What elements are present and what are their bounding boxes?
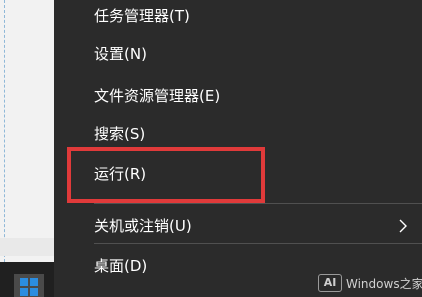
selection-edge — [4, 0, 5, 262]
start-button[interactable] — [14, 274, 44, 297]
watermark: AI Windows之家 — [318, 273, 422, 293]
menu-item-task-manager[interactable]: 任务管理器(T) — [54, 0, 422, 32]
menu-item-label: 设置(N) — [94, 45, 147, 63]
menu-item-file-explorer[interactable]: 文件资源管理器(E) — [54, 80, 422, 112]
menu-item-settings[interactable]: 设置(N) — [54, 38, 422, 70]
windows-logo-icon — [20, 278, 38, 296]
menu-separator — [94, 203, 422, 204]
chevron-right-icon — [399, 219, 407, 233]
menu-item-shutdown-signout[interactable]: 关机或注销(U) — [54, 210, 422, 242]
menu-item-label: 文件资源管理器(E) — [94, 87, 221, 105]
watermark-logo-icon: AI — [318, 274, 342, 292]
menu-item-label: 搜索(S) — [94, 125, 146, 143]
menu-item-label: 桌面(D) — [94, 257, 148, 275]
menu-item-search[interactable]: 搜索(S) — [54, 118, 422, 150]
menu-item-label: 关机或注销(U) — [94, 217, 192, 235]
desktop-band — [0, 238, 54, 256]
desktop-background — [0, 0, 54, 297]
menu-separator — [94, 243, 422, 244]
menu-item-label: 任务管理器(T) — [94, 7, 190, 25]
run-highlight-box — [67, 147, 265, 203]
watermark-text: Windows之家 — [346, 276, 422, 291]
screenshot-stage: 任务管理器(T) 设置(N) 文件资源管理器(E) 搜索(S) 运行(R) 关机… — [0, 0, 422, 297]
